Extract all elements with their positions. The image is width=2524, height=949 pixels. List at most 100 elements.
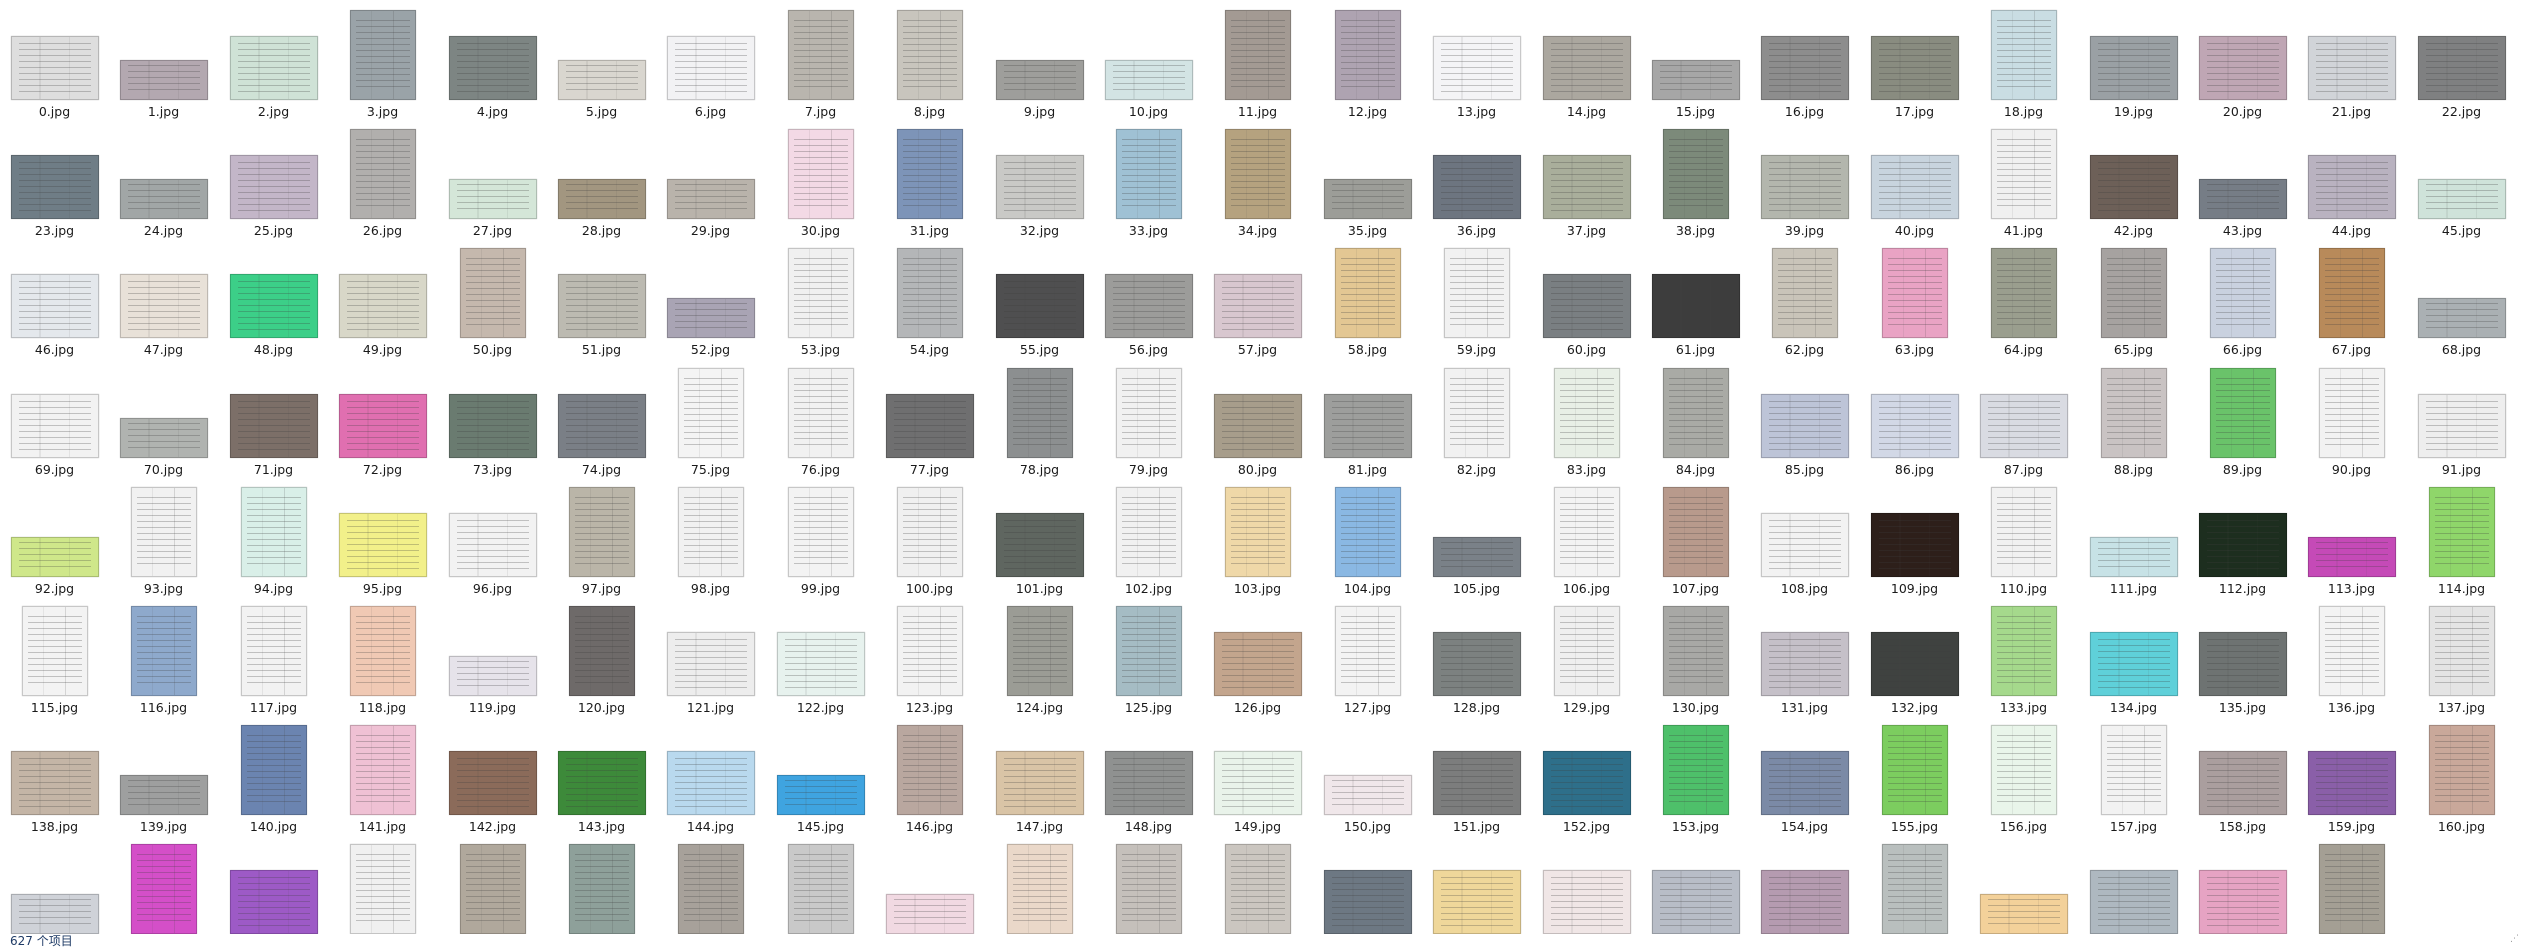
file-item[interactable]: 146.jpg (875, 715, 984, 834)
file-item[interactable]: 55.jpg (985, 238, 1094, 357)
file-item[interactable]: 58.jpg (1313, 238, 1422, 357)
file-item[interactable]: 24.jpg (109, 119, 218, 238)
file-item[interactable]: 68.jpg (2407, 238, 2516, 357)
file-item[interactable]: 110.jpg (1969, 477, 2078, 596)
file-item[interactable]: 74.jpg (547, 358, 656, 477)
file-item[interactable]: 159.jpg (2297, 715, 2406, 834)
file-item[interactable]: 38.jpg (1641, 119, 1750, 238)
file-item[interactable]: 65.jpg (2079, 238, 2188, 357)
file-item[interactable]: 149.jpg (1203, 715, 1312, 834)
file-item[interactable]: 30.jpg (766, 119, 875, 238)
file-item[interactable]: 26.jpg (328, 119, 437, 238)
file-item[interactable]: 153.jpg (1641, 715, 1750, 834)
file-item[interactable]: 140.jpg (219, 715, 328, 834)
file-item[interactable]: 64.jpg (1969, 238, 2078, 357)
file-item[interactable]: 84.jpg (1641, 358, 1750, 477)
file-item[interactable]: 120.jpg (547, 596, 656, 715)
file-item[interactable]: 46.jpg (0, 238, 109, 357)
file-item[interactable]: 25.jpg (219, 119, 328, 238)
file-item[interactable]: 103.jpg (1203, 477, 1312, 596)
file-item[interactable]: 3.jpg (328, 0, 437, 119)
file-item[interactable]: 6.jpg (656, 0, 765, 119)
file-item[interactable]: 158.jpg (2188, 715, 2297, 834)
file-item[interactable]: 9.jpg (985, 0, 1094, 119)
file-item[interactable]: 150.jpg (1313, 715, 1422, 834)
file-item[interactable]: 15.jpg (1641, 0, 1750, 119)
file-item[interactable]: 131.jpg (1750, 596, 1859, 715)
file-item[interactable]: 175.jpg (1532, 834, 1641, 934)
file-item[interactable]: 1.jpg (109, 0, 218, 119)
file-item[interactable]: 22.jpg (2407, 0, 2516, 119)
file-item[interactable]: 71.jpg (219, 358, 328, 477)
file-item[interactable]: 50.jpg (438, 238, 547, 357)
file-item[interactable]: 10.jpg (1094, 0, 1203, 119)
file-item[interactable]: 31.jpg (875, 119, 984, 238)
file-item[interactable]: 77.jpg (875, 358, 984, 477)
file-item[interactable]: 21.jpg (2297, 0, 2406, 119)
file-item[interactable]: 137.jpg (2407, 596, 2516, 715)
file-item[interactable]: 147.jpg (985, 715, 1094, 834)
file-item[interactable]: 181.jpg (2188, 834, 2297, 934)
file-item[interactable]: 107.jpg (1641, 477, 1750, 596)
file-item[interactable]: 148.jpg (1094, 715, 1203, 834)
file-item[interactable]: 66.jpg (2188, 238, 2297, 357)
file-item[interactable]: 119.jpg (438, 596, 547, 715)
file-item[interactable]: 48.jpg (219, 238, 328, 357)
file-item[interactable]: 123.jpg (875, 596, 984, 715)
file-item[interactable]: 12.jpg (1313, 0, 1422, 119)
file-item[interactable]: 139.jpg (109, 715, 218, 834)
file-item[interactable]: 63.jpg (1860, 238, 1969, 357)
file-item[interactable]: 57.jpg (1203, 238, 1312, 357)
file-item[interactable]: 157.jpg (2079, 715, 2188, 834)
file-item[interactable]: 39.jpg (1750, 119, 1859, 238)
file-item[interactable]: 7.jpg (766, 0, 875, 119)
file-item[interactable]: 130.jpg (1641, 596, 1750, 715)
file-item[interactable]: 34.jpg (1203, 119, 1312, 238)
file-item[interactable]: 20.jpg (2188, 0, 2297, 119)
file-item[interactable]: 104.jpg (1313, 477, 1422, 596)
file-item[interactable]: 11.jpg (1203, 0, 1312, 119)
file-item[interactable]: 176.jpg (1641, 834, 1750, 934)
file-item[interactable]: 125.jpg (1094, 596, 1203, 715)
file-item[interactable]: 169.jpg (875, 834, 984, 934)
file-item[interactable]: 134.jpg (2079, 596, 2188, 715)
file-item[interactable]: 76.jpg (766, 358, 875, 477)
file-item[interactable]: 44.jpg (2297, 119, 2406, 238)
file-item[interactable]: 67.jpg (2297, 238, 2406, 357)
file-item[interactable]: 161.jpg (0, 834, 109, 934)
file-item[interactable]: 102.jpg (1094, 477, 1203, 596)
file-item[interactable]: 13.jpg (1422, 0, 1531, 119)
file-item[interactable]: 132.jpg (1860, 596, 1969, 715)
file-item[interactable]: 108.jpg (1750, 477, 1859, 596)
file-item[interactable]: 106.jpg (1532, 477, 1641, 596)
file-item[interactable]: 61.jpg (1641, 238, 1750, 357)
file-item[interactable]: 18.jpg (1969, 0, 2078, 119)
file-item[interactable]: 83.jpg (1532, 358, 1641, 477)
file-item[interactable]: 47.jpg (109, 238, 218, 357)
file-item[interactable]: 115.jpg (0, 596, 109, 715)
file-item[interactable]: 124.jpg (985, 596, 1094, 715)
file-item[interactable]: 128.jpg (1422, 596, 1531, 715)
file-item[interactable]: 113.jpg (2297, 477, 2406, 596)
file-item[interactable]: 129.jpg (1532, 596, 1641, 715)
file-item[interactable]: 142.jpg (438, 715, 547, 834)
file-item[interactable]: 154.jpg (1750, 715, 1859, 834)
file-item[interactable]: 54.jpg (875, 238, 984, 357)
file-item[interactable]: 95.jpg (328, 477, 437, 596)
file-item[interactable]: 49.jpg (328, 238, 437, 357)
file-item[interactable]: 138.jpg (0, 715, 109, 834)
file-item[interactable]: 112.jpg (2188, 477, 2297, 596)
file-item[interactable]: 62.jpg (1750, 238, 1859, 357)
file-item[interactable]: 88.jpg (2079, 358, 2188, 477)
file-item[interactable]: 171.jpg (1094, 834, 1203, 934)
file-item[interactable]: 96.jpg (438, 477, 547, 596)
file-item[interactable]: 109.jpg (1860, 477, 1969, 596)
file-item[interactable]: 118.jpg (328, 596, 437, 715)
file-item[interactable]: 173.jpg (1313, 834, 1422, 934)
file-item[interactable]: 51.jpg (547, 238, 656, 357)
file-item[interactable]: 41.jpg (1969, 119, 2078, 238)
file-item[interactable]: 93.jpg (109, 477, 218, 596)
file-item[interactable]: 114.jpg (2407, 477, 2516, 596)
file-item[interactable]: 79.jpg (1094, 358, 1203, 477)
file-item[interactable]: 180.jpg (2079, 834, 2188, 934)
